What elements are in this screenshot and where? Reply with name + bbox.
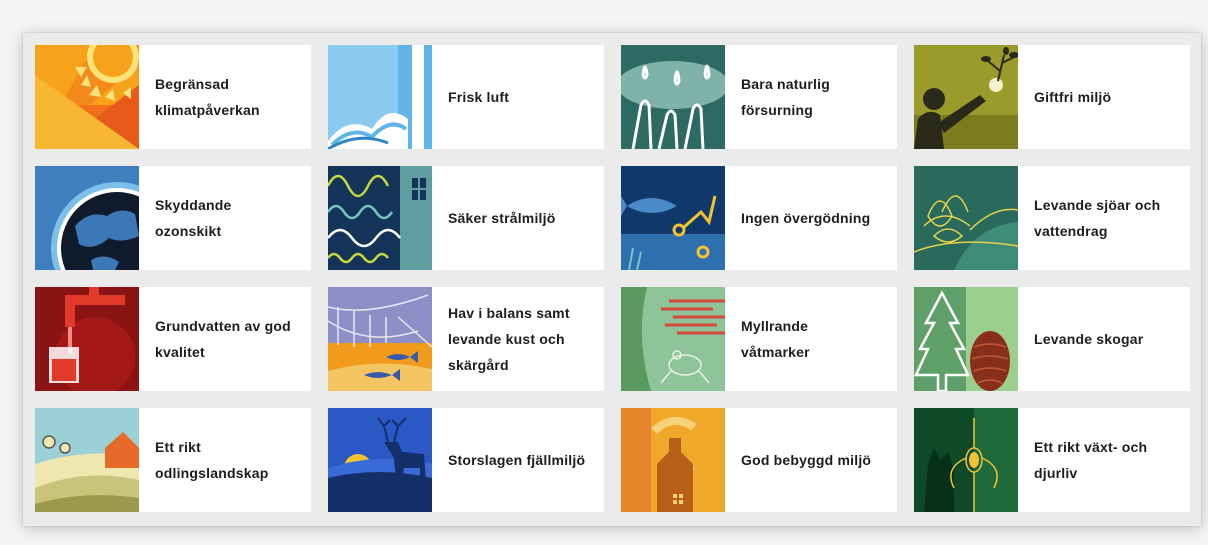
goal-label: Ett rikt odlingslandskap — [155, 439, 269, 481]
city-building-icon — [621, 408, 725, 512]
goal-label: Skyddande ozonskikt — [155, 197, 232, 239]
fish-nutrients-icon — [621, 166, 725, 270]
person-plant-icon — [914, 45, 1018, 149]
pine-cone-icon — [914, 287, 1018, 391]
goal-card-levande-skogar[interactable]: Levande skogar — [914, 287, 1190, 391]
goal-label: Grundvatten av god kvalitet — [155, 318, 291, 360]
water-lily-icon — [914, 166, 1018, 270]
goal-label: Ingen övergödning — [741, 210, 871, 226]
reindeer-mountain-icon — [328, 408, 432, 512]
goal-card-giftfri-miljo[interactable]: Giftfri miljö — [914, 45, 1190, 149]
goal-label: Hav i balans samt levande kust och skärg… — [448, 305, 570, 373]
frog-wetland-icon — [621, 287, 725, 391]
water-tap-icon — [35, 287, 139, 391]
goal-card-myllrande-vatmarker[interactable]: Myllrande våtmarker — [621, 287, 897, 391]
goal-card-storslagen-fjallmiljo[interactable]: Storslagen fjällmiljö — [328, 408, 604, 512]
goal-card-hav-i-balans[interactable]: Hav i balans samt levande kust och skärg… — [328, 287, 604, 391]
farm-landscape-icon — [35, 408, 139, 512]
goal-label: Myllrande våtmarker — [741, 318, 810, 360]
cloud-air-icon — [328, 45, 432, 149]
earth-globe-icon — [35, 166, 139, 270]
goal-card-frisk-luft[interactable]: Frisk luft — [328, 45, 604, 149]
goal-card-god-bebyggd-miljo[interactable]: God bebyggd miljö — [621, 408, 897, 512]
goals-panel: Begränsad klimatpåverkan Frisk luft Bara… — [23, 33, 1201, 526]
goal-card-grundvatten-av-god-kvalitet[interactable]: Grundvatten av god kvalitet — [35, 287, 311, 391]
goal-card-ett-rikt-vaxt-och-djurliv[interactable]: Ett rikt växt- och djurliv — [914, 408, 1190, 512]
goals-grid: Begränsad klimatpåverkan Frisk luft Bara… — [35, 45, 1190, 512]
goal-label: Levande skogar — [1034, 331, 1144, 347]
goal-label: Bara naturlig försurning — [741, 76, 830, 118]
goal-card-begransad-klimatpaverkan[interactable]: Begränsad klimatpåverkan — [35, 45, 311, 149]
goal-card-ingen-overgodning[interactable]: Ingen övergödning — [621, 166, 897, 270]
rain-drops-icon — [621, 45, 725, 149]
goal-label: Frisk luft — [448, 89, 510, 105]
goal-card-skyddande-ozonskikt[interactable]: Skyddande ozonskikt — [35, 166, 311, 270]
goal-card-ett-rikt-odlingslandskap[interactable]: Ett rikt odlingslandskap — [35, 408, 311, 512]
goal-label: Giftfri miljö — [1034, 89, 1112, 105]
goal-card-levande-sjoar-och-vattendrag[interactable]: Levande sjöar och vattendrag — [914, 166, 1190, 270]
sun-rays-icon — [35, 45, 139, 149]
goal-label: Levande sjöar och vattendrag — [1034, 197, 1161, 239]
boat-fish-icon — [328, 287, 432, 391]
radiation-waves-icon — [328, 166, 432, 270]
goal-label: Storslagen fjällmiljö — [448, 452, 586, 468]
goal-label: Ett rikt växt- och djurliv — [1034, 439, 1148, 481]
lynx-orchid-icon — [914, 408, 1018, 512]
goal-card-saker-stralmiljo[interactable]: Säker strålmiljö — [328, 166, 604, 270]
goal-label: Säker strålmiljö — [448, 210, 556, 226]
goal-card-bara-naturlig-forsurning[interactable]: Bara naturlig försurning — [621, 45, 897, 149]
goal-label: God bebyggd miljö — [741, 452, 872, 468]
goal-label: Begränsad klimatpåverkan — [155, 76, 260, 118]
